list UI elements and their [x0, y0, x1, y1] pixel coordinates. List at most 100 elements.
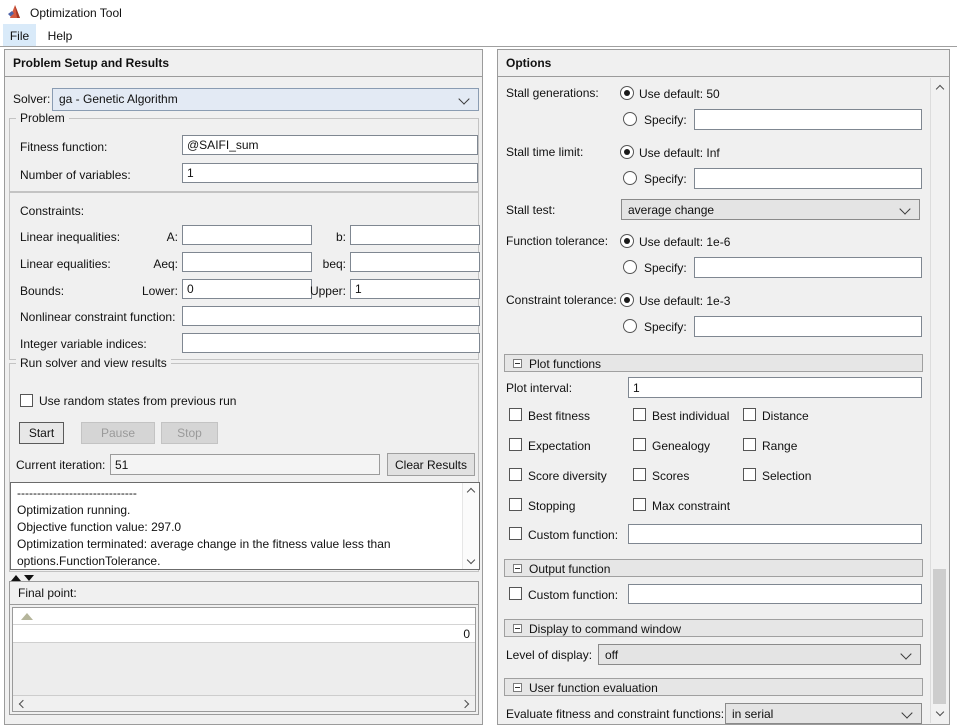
- constraint-tolerance-default-label: Use default: 1e-3: [639, 294, 731, 308]
- stall-test-dropdown[interactable]: average change: [621, 199, 920, 220]
- level-of-display-label: Level of display:: [506, 648, 593, 662]
- num-variables-label: Number of variables:: [20, 168, 131, 182]
- function-tolerance-specify-radio[interactable]: [623, 260, 637, 274]
- run-solver-groupbox: Run solver and view results Use random s…: [9, 356, 480, 572]
- random-states-checkbox[interactable]: [20, 394, 33, 407]
- best-fitness-checkbox[interactable]: [509, 408, 522, 421]
- plot-functions-section-bar[interactable]: Plot functions: [504, 354, 923, 372]
- b-input[interactable]: [350, 225, 480, 245]
- aeq-input[interactable]: [182, 252, 312, 272]
- problem-setup-panel: Problem Setup and Results Solver: ga - G…: [4, 49, 483, 725]
- scrollbar-thumb[interactable]: [933, 569, 946, 704]
- stall-generations-specify-radio[interactable]: [623, 112, 637, 126]
- function-tolerance-label: Function tolerance:: [506, 234, 609, 248]
- upper-bound-input[interactable]: [350, 279, 480, 299]
- bounds-label: Bounds:: [20, 284, 65, 298]
- score-diversity-checkbox[interactable]: [509, 468, 522, 481]
- evaluate-functions-label: Evaluate fitness and constraint function…: [506, 707, 725, 721]
- stall-time-default-radio[interactable]: [620, 145, 634, 159]
- output-custom-function-checkbox[interactable]: [509, 587, 522, 600]
- output-custom-function-label: Custom function:: [528, 588, 619, 602]
- plot-custom-function-checkbox[interactable]: [509, 527, 522, 540]
- scroll-left-icon[interactable]: [18, 699, 28, 709]
- genealogy-checkbox[interactable]: [633, 438, 646, 451]
- collapse-icon[interactable]: [513, 359, 522, 368]
- options-vertical-scrollbar[interactable]: [930, 78, 948, 723]
- nonlinear-constraint-input[interactable]: [182, 306, 480, 326]
- solver-dropdown[interactable]: ga - Genetic Algorithm: [52, 88, 479, 111]
- collapse-icon[interactable]: [513, 624, 522, 633]
- beq-label: beq:: [322, 257, 346, 271]
- menu-help[interactable]: Help: [41, 24, 79, 47]
- lower-bound-input[interactable]: [182, 279, 312, 299]
- expectation-checkbox[interactable]: [509, 438, 522, 451]
- best-individual-checkbox[interactable]: [633, 408, 646, 421]
- selection-checkbox[interactable]: [743, 468, 756, 481]
- level-of-display-dropdown[interactable]: off: [598, 644, 921, 665]
- menu-file[interactable]: File: [3, 24, 36, 47]
- nonlinear-constraint-label: Nonlinear constraint function:: [20, 310, 176, 324]
- display-section-bar[interactable]: Display to command window: [504, 619, 923, 637]
- constraints-groupbox: Constraints: Linear inequalities: A: b: …: [9, 192, 480, 360]
- beq-input[interactable]: [350, 252, 480, 272]
- start-button[interactable]: Start: [19, 422, 64, 444]
- scroll-up-icon[interactable]: [466, 487, 476, 497]
- best-fitness-label: Best fitness: [528, 409, 591, 423]
- constraint-tolerance-default-radio[interactable]: [620, 293, 634, 307]
- function-tolerance-default-label: Use default: 1e-6: [639, 235, 731, 249]
- problem-groupbox: Problem Fitness function: Number of vari…: [9, 111, 479, 192]
- plot-interval-label: Plot interval:: [506, 381, 573, 395]
- scroll-down-icon[interactable]: [935, 707, 945, 717]
- options-header: Options: [498, 50, 949, 77]
- clear-results-button[interactable]: Clear Results: [387, 453, 475, 476]
- scores-checkbox[interactable]: [633, 468, 646, 481]
- collapse-icon[interactable]: [513, 564, 522, 573]
- function-tolerance-default-radio[interactable]: [620, 234, 634, 248]
- output-function-section-bar[interactable]: Output function: [504, 559, 923, 577]
- distance-checkbox[interactable]: [743, 408, 756, 421]
- solver-log-area[interactable]: ------------------------------ Optimizat…: [10, 482, 480, 570]
- output-custom-function-input[interactable]: [628, 584, 922, 604]
- a-input[interactable]: [182, 225, 312, 245]
- sort-arrow-icon: [21, 613, 33, 620]
- user-eval-section-bar[interactable]: User function evaluation: [504, 678, 923, 696]
- run-solver-group-title: Run solver and view results: [16, 356, 171, 370]
- current-iteration-field: [110, 454, 380, 475]
- scores-label: Scores: [652, 469, 690, 483]
- function-tolerance-specify-input[interactable]: [694, 257, 922, 278]
- fitness-function-input[interactable]: [182, 135, 478, 155]
- range-checkbox[interactable]: [743, 438, 756, 451]
- scroll-down-icon[interactable]: [466, 555, 476, 565]
- stall-time-specify-radio[interactable]: [623, 171, 637, 185]
- stall-test-value: average change: [628, 203, 715, 217]
- plot-custom-function-input[interactable]: [628, 524, 922, 544]
- constraint-tolerance-specify-input[interactable]: [694, 316, 922, 337]
- log-vertical-scrollbar[interactable]: [462, 483, 479, 569]
- plot-interval-input[interactable]: [628, 377, 922, 398]
- constraint-tolerance-specify-radio[interactable]: [623, 319, 637, 333]
- collapse-icon[interactable]: [513, 683, 522, 692]
- linear-inequalities-label: Linear inequalities:: [20, 230, 121, 244]
- stopping-label: Stopping: [528, 499, 576, 513]
- solver-label: Solver:: [13, 92, 51, 106]
- stall-generations-default-radio[interactable]: [620, 86, 634, 100]
- stall-time-specify-input[interactable]: [694, 168, 922, 189]
- selection-label: Selection: [762, 469, 812, 483]
- stopping-checkbox[interactable]: [509, 498, 522, 511]
- random-states-label: Use random states from previous run: [39, 394, 237, 408]
- evaluate-functions-dropdown[interactable]: in serial: [725, 703, 922, 724]
- num-variables-input[interactable]: [182, 163, 478, 183]
- scroll-right-icon[interactable]: [460, 699, 470, 709]
- table-header-row[interactable]: [13, 608, 475, 624]
- integer-indices-input[interactable]: [182, 333, 480, 353]
- expectation-label: Expectation: [528, 439, 591, 453]
- max-constraint-checkbox[interactable]: [633, 498, 646, 511]
- stall-generations-specify-input[interactable]: [694, 109, 922, 130]
- chevron-down-icon: [901, 707, 913, 719]
- window-title: Optimization Tool: [30, 6, 122, 20]
- scroll-up-icon[interactable]: [935, 84, 945, 94]
- constraint-tolerance-specify-label: Specify:: [644, 320, 687, 334]
- table-horizontal-scrollbar[interactable]: [13, 695, 475, 711]
- current-iteration-label: Current iteration:: [16, 458, 106, 472]
- score-diversity-label: Score diversity: [528, 469, 607, 483]
